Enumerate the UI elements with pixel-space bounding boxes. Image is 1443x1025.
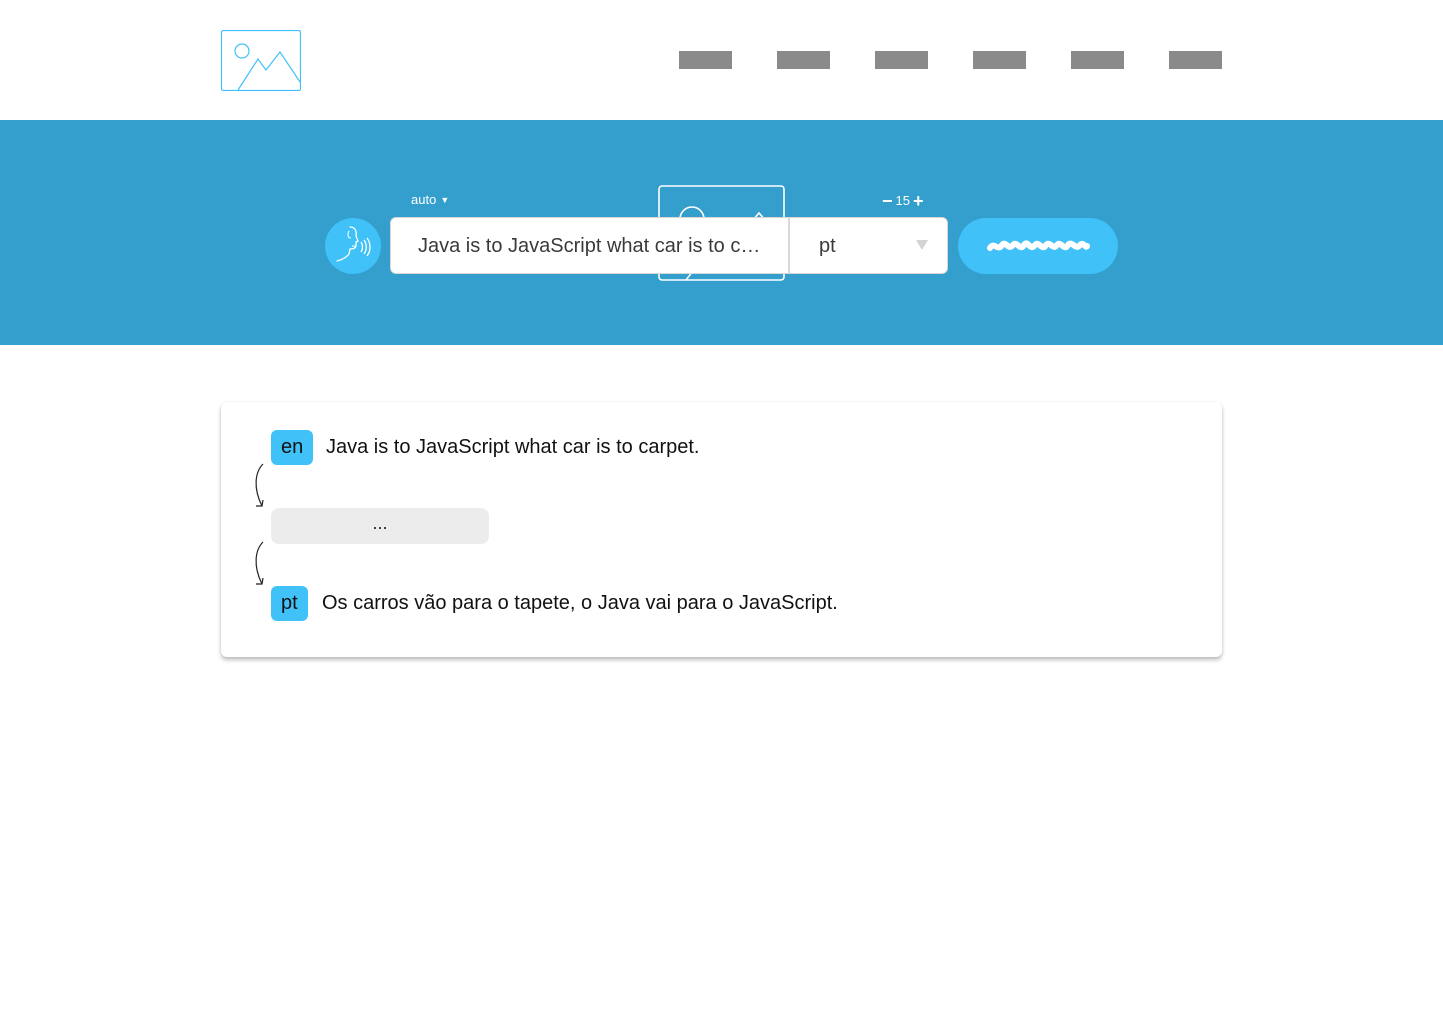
target-language-badge: pt [271,586,308,621]
nav-item-1[interactable] [679,51,732,69]
source-text-input[interactable] [418,229,768,263]
caret-down-icon: ▼ [440,195,450,205]
nav-item-2[interactable] [777,51,830,69]
translation-result-card: en Java is to JavaScript what car is to … [221,402,1222,657]
translate-search-box: pt [390,217,948,274]
count-value: 15 [895,192,910,208]
target-text: Os carros vão para o tapete, o Java vai … [322,592,838,614]
target-language-value: pt [819,235,836,257]
voice-input-button[interactable] [325,218,381,274]
source-language-select[interactable]: auto ▼ [411,192,449,208]
speaking-head-icon [336,226,371,262]
header [0,0,1443,120]
source-language-badge: en [271,430,314,465]
down-arrow-icon [255,463,264,507]
nav-item-5[interactable] [1071,51,1124,69]
image-placeholder-icon[interactable] [221,30,301,91]
source-text: Java is to JavaScript what car is to car… [326,436,700,458]
source-language-value: auto [411,192,437,207]
nav-item-4[interactable] [973,51,1026,69]
nav-item-6[interactable] [1169,51,1222,69]
nav-item-3[interactable] [875,51,928,69]
target-language-select[interactable]: pt [790,218,947,273]
chevron-down-icon [916,240,928,250]
increment-button[interactable]: + [913,192,924,210]
down-arrow-icon [255,541,264,585]
translate-button[interactable] [958,218,1118,274]
scribbled-placeholder-label [987,240,1090,251]
decrement-button[interactable]: − [882,192,893,210]
intermediate-translation: ... [271,508,489,544]
count-stepper[interactable]: −15 + [882,191,924,210]
